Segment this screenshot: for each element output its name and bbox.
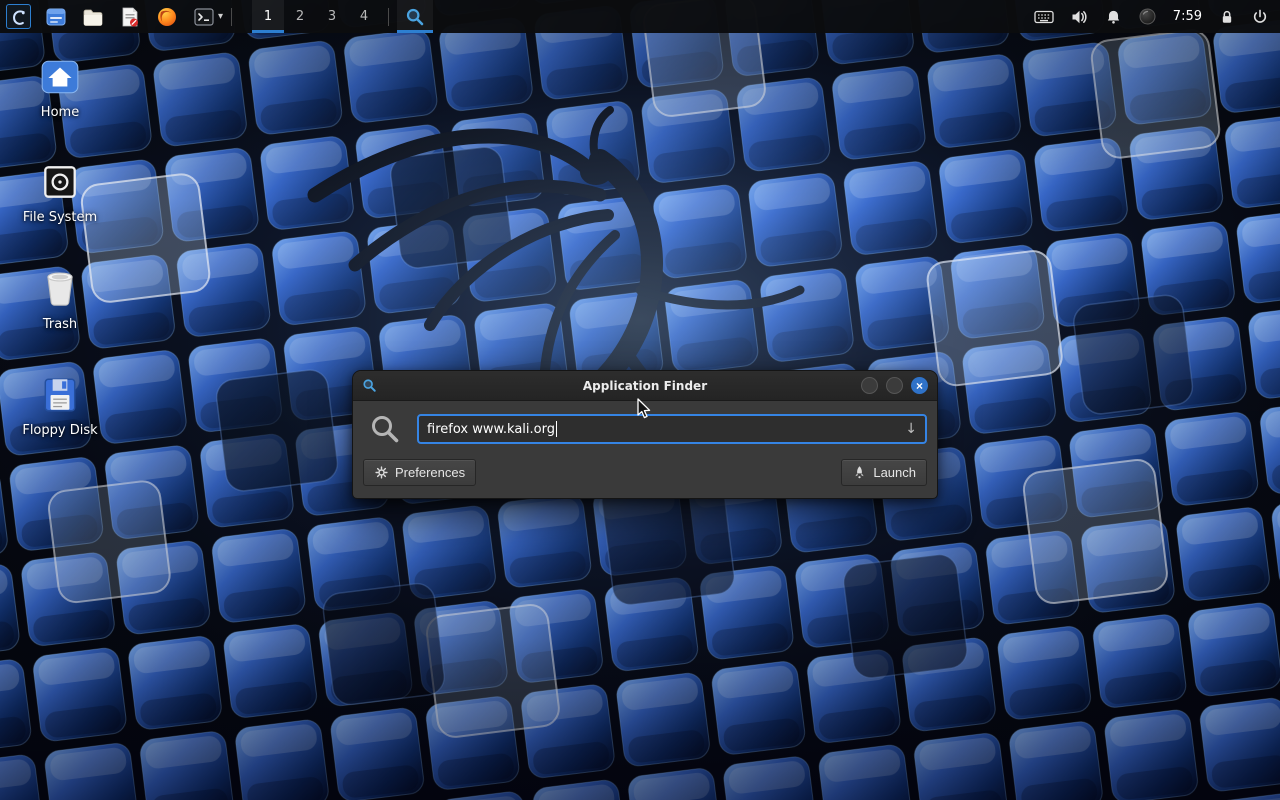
panel-separator-2: [388, 8, 389, 26]
window-title: Application Finder: [353, 379, 937, 393]
file-system-icon: [38, 161, 82, 203]
desktop-icon-floppy-disk[interactable]: Floppy Disk: [12, 374, 108, 438]
taskbar-application-finder-button[interactable]: [397, 0, 433, 33]
button-row: Preferences Launch: [353, 451, 937, 498]
application-finder-window: Application Finder × firefox www.kali.or…: [352, 370, 938, 499]
desktop-icon-label: Home: [41, 105, 79, 120]
notifications-bell-icon[interactable]: [1105, 9, 1122, 25]
keyboard-icon[interactable]: [1034, 10, 1054, 24]
workspace-1[interactable]: 1: [252, 0, 284, 33]
close-icon: ×: [916, 380, 923, 392]
text-editor-launcher[interactable]: [118, 5, 142, 29]
trash-icon: [38, 266, 82, 310]
large-search-icon: [369, 413, 401, 445]
minimize-button[interactable]: [861, 377, 878, 394]
workspace-4[interactable]: 4: [348, 0, 380, 33]
logout-icon[interactable]: [1252, 9, 1268, 25]
text-editor-icon: [119, 6, 141, 28]
desktop-icon-trash[interactable]: Trash: [12, 266, 108, 332]
search-icon: [405, 7, 425, 27]
kali-menu-icon: [6, 4, 31, 29]
desktop-icon-file-system[interactable]: File System: [12, 161, 108, 225]
titlebar[interactable]: Application Finder ×: [353, 371, 937, 401]
panel-right: 7:59: [1034, 0, 1280, 33]
desktop: ▾ 1 2 3 4: [0, 0, 1280, 800]
launch-icon: [852, 465, 867, 480]
panel-launchers: [44, 5, 179, 29]
preferences-label: Preferences: [395, 465, 465, 480]
volume-icon[interactable]: [1071, 9, 1088, 25]
preferences-button[interactable]: Preferences: [363, 459, 476, 486]
folder-launcher[interactable]: [81, 5, 105, 29]
entry-dropdown-arrow-icon[interactable]: ↓: [905, 421, 917, 437]
close-button[interactable]: ×: [911, 377, 928, 394]
home-icon: [38, 56, 82, 98]
terminal-icon: [193, 6, 215, 28]
top-panel: ▾ 1 2 3 4: [0, 0, 1280, 33]
window-search-icon: [362, 378, 377, 393]
applications-menu-button[interactable]: [0, 0, 36, 33]
status-orb-icon[interactable]: [1139, 8, 1156, 25]
file-manager-launcher[interactable]: [44, 5, 68, 29]
text-caret: [556, 421, 558, 437]
desktop-icon-home[interactable]: Home: [12, 56, 108, 120]
file-manager-icon: [45, 6, 67, 28]
clock[interactable]: 7:59: [1173, 9, 1202, 24]
workspace-3[interactable]: 3: [316, 0, 348, 33]
workspace-2-label: 2: [296, 9, 304, 24]
gear-icon: [374, 465, 389, 480]
panel-left: ▾ 1 2 3 4: [0, 0, 433, 33]
workspace-switcher: 1 2 3 4: [252, 0, 380, 33]
panel-separator: [231, 8, 232, 26]
workspace-2[interactable]: 2: [284, 0, 316, 33]
terminal-dropdown-chevron-icon[interactable]: ▾: [218, 11, 223, 22]
folder-icon: [82, 6, 104, 28]
desktop-icon-label: Trash: [43, 317, 77, 332]
search-row: firefox www.kali.org ↓: [353, 401, 937, 451]
lock-icon[interactable]: [1219, 9, 1235, 25]
desktop-icon-label: File System: [23, 210, 97, 225]
command-input-text: firefox www.kali.org: [427, 422, 555, 437]
firefox-launcher[interactable]: [155, 5, 179, 29]
window-controls: ×: [861, 377, 928, 394]
launch-label: Launch: [873, 465, 916, 480]
maximize-button[interactable]: [886, 377, 903, 394]
command-input[interactable]: firefox www.kali.org ↓: [417, 414, 927, 444]
workspace-3-label: 3: [328, 9, 336, 24]
workspace-1-label: 1: [264, 9, 272, 24]
workspace-4-label: 4: [360, 9, 368, 24]
floppy-disk-icon: [38, 374, 82, 416]
firefox-icon: [156, 6, 178, 28]
terminal-launcher[interactable]: [192, 5, 216, 29]
launch-button[interactable]: Launch: [841, 459, 927, 486]
desktop-icon-label: Floppy Disk: [22, 423, 97, 438]
